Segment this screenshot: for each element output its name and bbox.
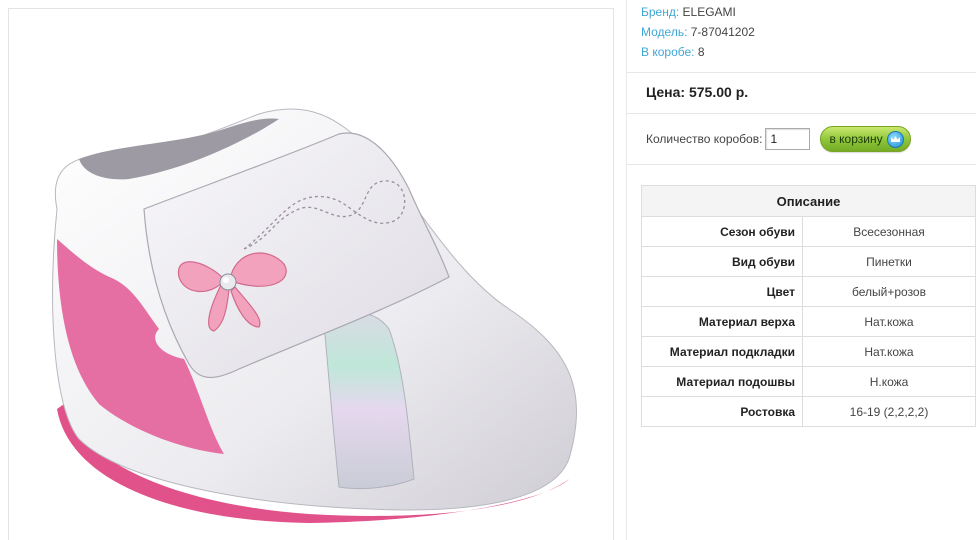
crown-icon bbox=[886, 130, 904, 148]
spec-name: Материал подошвы bbox=[641, 366, 803, 397]
quantity-row: Количество коробов: в корзину bbox=[646, 126, 912, 152]
column-divider bbox=[626, 0, 627, 540]
description-table: Описание Сезон обуви Всесезонная Вид обу… bbox=[641, 185, 976, 427]
brand-label: Бренд: bbox=[641, 5, 680, 19]
spec-name: Цвет bbox=[641, 276, 803, 307]
add-to-cart-button[interactable]: в корзину bbox=[820, 126, 912, 152]
box-count-row: В коробе: 8 bbox=[641, 44, 971, 64]
add-to-cart-label: в корзину bbox=[829, 132, 883, 146]
product-meta: Бренд: ELEGAMI Модель: 7-87041202 В коро… bbox=[641, 4, 971, 64]
product-image[interactable] bbox=[9, 9, 615, 540]
spec-name: Вид обуви bbox=[641, 246, 803, 277]
spec-value: 16-19 (2,2,2,2) bbox=[802, 396, 976, 427]
box-count-value: 8 bbox=[697, 45, 705, 59]
spec-name: Ростовка bbox=[641, 396, 803, 427]
separator bbox=[627, 113, 976, 114]
table-row: Сезон обуви Всесезонная bbox=[641, 216, 976, 247]
model-value: 7-87041202 bbox=[690, 25, 755, 39]
spec-name: Сезон обуви bbox=[641, 216, 803, 247]
quantity-input[interactable] bbox=[765, 128, 811, 150]
spec-value: Нат.кожа bbox=[802, 306, 976, 337]
table-row: Материал подошвы Н.кожа bbox=[641, 366, 976, 397]
spec-value: белый+розов bbox=[802, 276, 976, 307]
table-row: Материал подкладки Нат.кожа bbox=[641, 336, 976, 367]
description-title: Описание bbox=[641, 185, 976, 217]
box-count-label: В коробе: bbox=[641, 45, 695, 59]
table-row: Цвет белый+розов bbox=[641, 276, 976, 307]
table-row: Ростовка 16-19 (2,2,2,2) bbox=[641, 396, 976, 427]
price: Цена: 575.00 р. bbox=[646, 84, 749, 100]
spec-value: Пинетки bbox=[802, 246, 976, 277]
separator bbox=[627, 164, 976, 165]
spec-value: Всесезонная bbox=[802, 216, 976, 247]
spec-value: Нат.кожа bbox=[802, 336, 976, 367]
product-image-frame[interactable] bbox=[8, 8, 614, 540]
brand-row: Бренд: ELEGAMI bbox=[641, 4, 971, 24]
quantity-label: Количество коробов: bbox=[646, 132, 763, 146]
spec-value: Н.кожа bbox=[802, 366, 976, 397]
spec-name: Материал верха bbox=[641, 306, 803, 337]
model-label: Модель: bbox=[641, 25, 688, 39]
brand-value: ELEGAMI bbox=[682, 5, 736, 19]
spec-name: Материал подкладки bbox=[641, 336, 803, 367]
separator bbox=[627, 72, 976, 73]
table-row: Материал верха Нат.кожа bbox=[641, 306, 976, 337]
model-row: Модель: 7-87041202 bbox=[641, 24, 971, 44]
table-row: Вид обуви Пинетки bbox=[641, 246, 976, 277]
